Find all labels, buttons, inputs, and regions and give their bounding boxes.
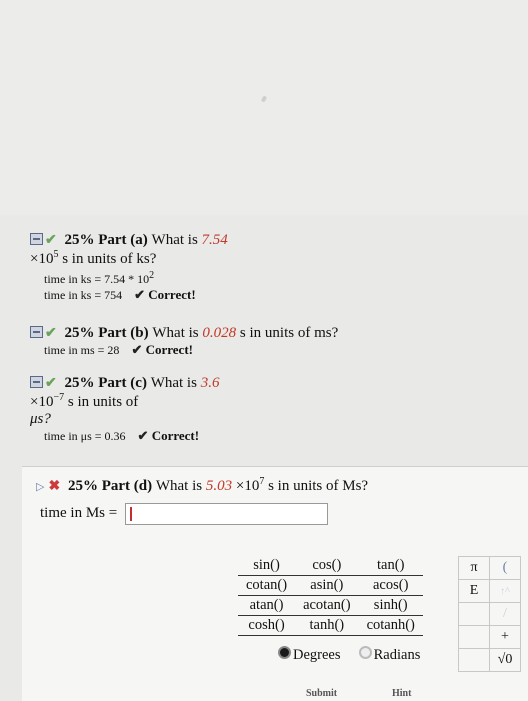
- part-c-status: Correct!: [151, 428, 200, 443]
- part-b-value: 0.028: [202, 325, 237, 341]
- part-b-answer: time in ms = 28 ✔ Correct!: [44, 342, 193, 357]
- key-empty-1[interactable]: [458, 602, 490, 626]
- fn-atan[interactable]: atan(): [238, 595, 296, 616]
- check-icon: ✔: [45, 326, 57, 341]
- part-c-answer: time in μs = 0.36 ✔ Correct!: [44, 428, 200, 443]
- part-a-percent: 25%: [64, 232, 95, 248]
- angle-mode: Degrees Radians: [278, 646, 420, 664]
- part-c: ✔ 25% Part (c) What is 3.6 ×10−7 s in un…: [30, 375, 219, 444]
- text-caret: [130, 507, 132, 521]
- part-a-status: Correct!: [148, 287, 196, 302]
- fn-acos[interactable]: acos(): [358, 575, 423, 596]
- hint-button[interactable]: Hint: [392, 688, 411, 699]
- fn-cosh[interactable]: cosh(): [238, 615, 296, 636]
- part-c-header: ✔ 25% Part (c) What is 3.6: [30, 375, 219, 392]
- fn-sinh[interactable]: sinh(): [358, 595, 423, 616]
- collapse-icon[interactable]: [30, 233, 43, 245]
- part-a-answer-line1: time in ks = 7.54 * 102: [44, 270, 155, 286]
- part-c-question-line2: ×10−7 s in units of: [30, 392, 139, 410]
- collapse-icon[interactable]: [30, 376, 43, 388]
- fn-cos[interactable]: cos(): [295, 556, 359, 576]
- fn-tanh[interactable]: tanh(): [295, 615, 359, 636]
- fn-acotan[interactable]: acotan(): [295, 595, 359, 616]
- x-icon: ✖: [48, 479, 61, 494]
- part-c-unit: μs?: [30, 411, 51, 427]
- key-empty-2[interactable]: [458, 625, 490, 649]
- keypad: π( E ↑^ / + √0: [458, 556, 521, 672]
- part-a-answer-line2: time in ks = 754 ✔ Correct!: [44, 287, 196, 302]
- blank-area: [0, 0, 528, 215]
- fn-asin[interactable]: asin(): [295, 575, 359, 596]
- part-c-value: 3.6: [200, 375, 220, 391]
- fn-sin[interactable]: sin(): [238, 556, 296, 576]
- radians-label: Radians: [373, 647, 421, 663]
- part-a-times: ×10: [30, 251, 54, 267]
- key-pi[interactable]: π: [458, 556, 490, 580]
- key-sqrt[interactable]: √0: [489, 648, 521, 672]
- key-plus[interactable]: +: [489, 625, 521, 649]
- part-a-question-start: What is: [151, 232, 202, 248]
- part-a-header: ✔ 25% Part (a) What is 7.54: [30, 232, 228, 249]
- fn-cotanh[interactable]: cotanh(): [358, 615, 423, 636]
- check-icon: ✔: [45, 233, 57, 248]
- part-a-label: Part (a): [98, 232, 148, 248]
- key-e[interactable]: E: [458, 579, 490, 603]
- radians-radio[interactable]: [358, 646, 372, 659]
- part-d-header: ▷ ✖ 25% Part (d) What is 5.03 ×107 s in u…: [36, 476, 369, 494]
- tick-icon: ✔: [134, 287, 146, 302]
- fn-cotan[interactable]: cotan(): [238, 575, 296, 596]
- part-b-header: ✔ 25% Part (b) What is 0.028 s in units …: [30, 325, 338, 342]
- answer-input[interactable]: [125, 503, 328, 525]
- part-b: ✔ 25% Part (b) What is 0.028 s in units …: [30, 325, 338, 358]
- key-empty-3[interactable]: [458, 648, 490, 672]
- tick-icon: ✔: [137, 428, 149, 443]
- answer-label: time in Ms =: [40, 505, 118, 521]
- check-icon: ✔: [45, 376, 57, 391]
- part-b-status: Correct!: [145, 342, 193, 357]
- key-open-paren[interactable]: (: [489, 556, 521, 580]
- degrees-label: Degrees: [293, 647, 341, 663]
- part-d-value: 5.03: [205, 478, 233, 494]
- collapse-icon[interactable]: [30, 326, 43, 338]
- part-a-question-line2: ×105 s in units of ks?: [30, 249, 228, 268]
- fn-tan[interactable]: tan(): [358, 556, 423, 576]
- function-table: sin() cos() tan() cotan() asin() acos() atan…: [238, 556, 423, 636]
- part-a-value: 7.54: [201, 232, 228, 248]
- key-divide[interactable]: /: [489, 602, 521, 626]
- tick-icon: ✔: [131, 342, 143, 357]
- submit-button[interactable]: Submit: [306, 688, 337, 699]
- part-a: ✔ 25% Part (a) What is 7.54 ×105 s in un…: [30, 232, 228, 303]
- key-power[interactable]: ↑^: [489, 579, 521, 603]
- play-icon[interactable]: ▷: [36, 481, 44, 493]
- degrees-radio[interactable]: [278, 646, 291, 659]
- part-a-question-end: s in units of ks?: [58, 251, 157, 267]
